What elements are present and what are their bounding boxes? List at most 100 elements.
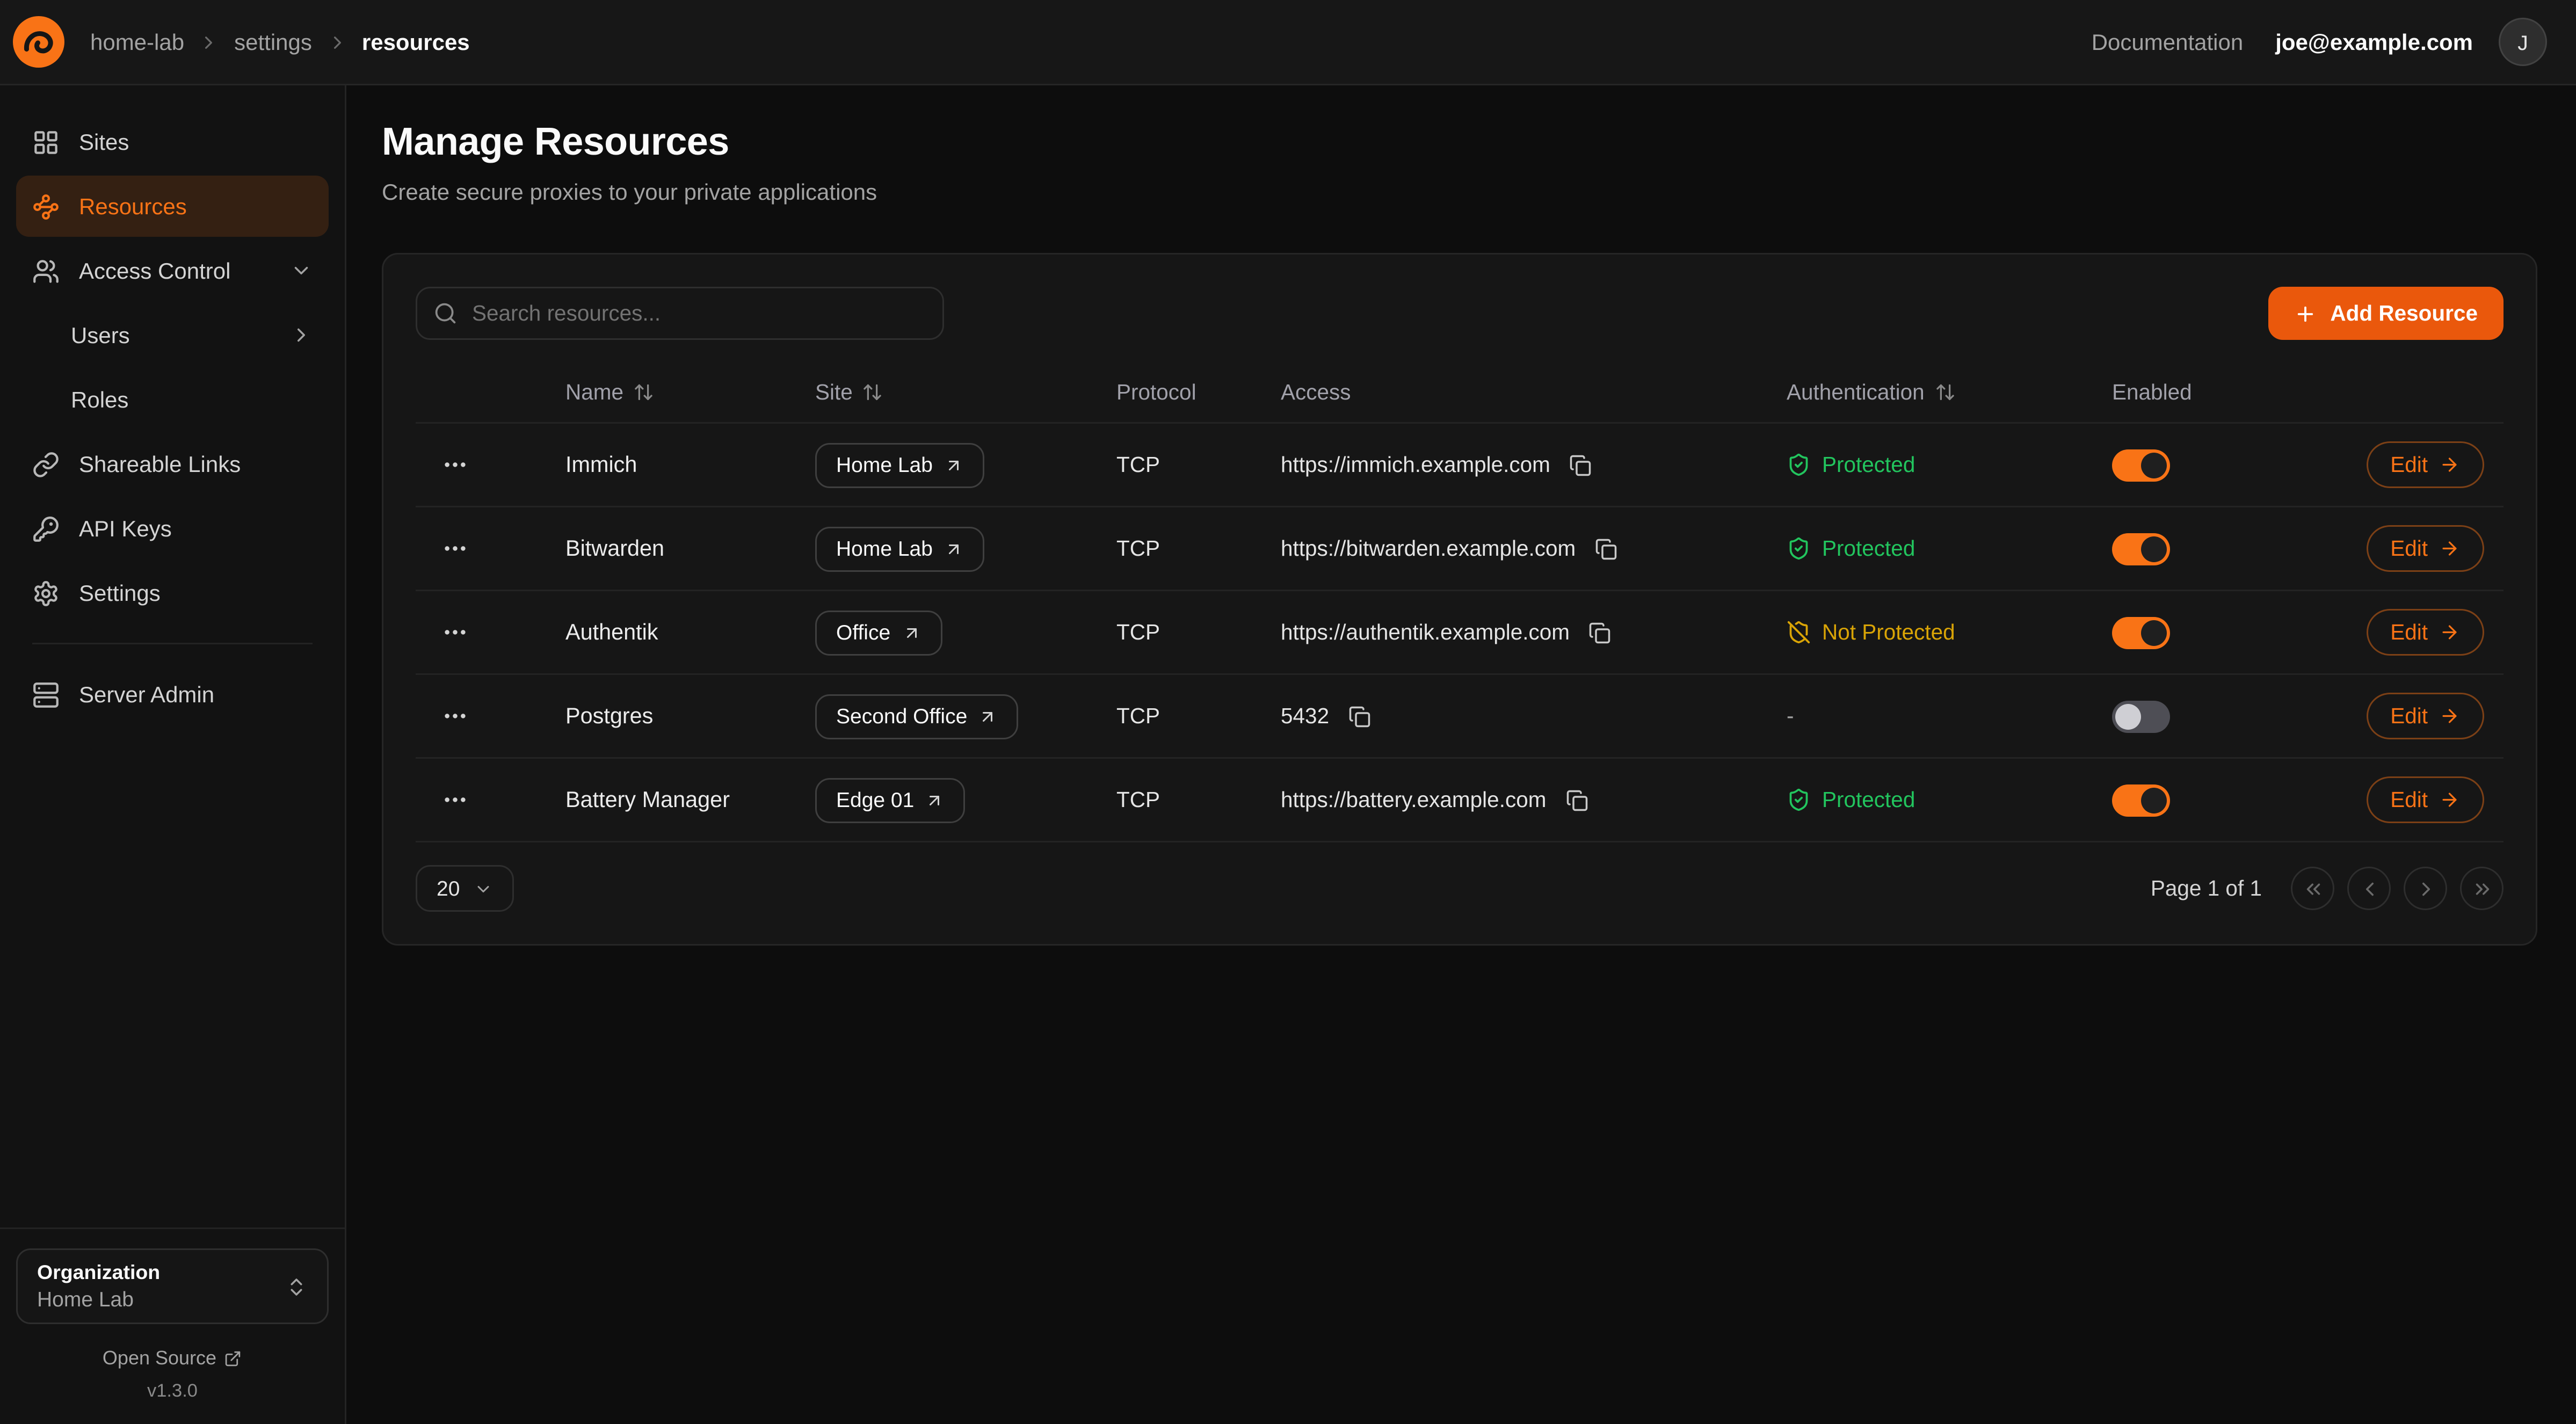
- sidebar-item-api-keys[interactable]: API Keys: [16, 498, 329, 559]
- site-link-button[interactable]: Home Lab: [815, 526, 984, 571]
- app-logo-icon[interactable]: [13, 16, 64, 68]
- arrow-up-right-icon: [944, 539, 963, 558]
- page-size-select[interactable]: 20: [416, 865, 514, 912]
- documentation-link[interactable]: Documentation: [2092, 29, 2244, 55]
- chevron-right-icon: [290, 324, 313, 346]
- auth-status: Not Protected: [1787, 620, 2112, 644]
- access-url: https://battery.example.com: [1281, 788, 1546, 812]
- table-row: Bitwarden Home Lab TCP https://bitwarden…: [416, 507, 2504, 591]
- enabled-toggle[interactable]: [2112, 449, 2170, 481]
- access-url: https://bitwarden.example.com: [1281, 536, 1576, 561]
- sidebar-item-sites[interactable]: Sites: [16, 111, 329, 172]
- page-size-value: 20: [437, 876, 460, 900]
- resources-panel: Add Resource Name Site Protocol Access A…: [382, 253, 2537, 946]
- arrow-right-icon: [2439, 454, 2460, 475]
- add-resource-label: Add Resource: [2330, 301, 2478, 325]
- copy-button[interactable]: [1586, 618, 1615, 647]
- arrow-right-icon: [2439, 706, 2460, 726]
- enabled-toggle[interactable]: [2112, 616, 2170, 649]
- sidebar-item-resources[interactable]: Resources: [16, 176, 329, 237]
- edit-button[interactable]: Edit: [2366, 609, 2484, 656]
- resource-name: Bitwarden: [565, 536, 815, 561]
- copy-button[interactable]: [1566, 451, 1595, 479]
- column-header-authentication[interactable]: Authentication: [1787, 380, 1955, 404]
- next-page-button[interactable]: [2404, 867, 2447, 910]
- protocol-value: TCP: [1116, 620, 1281, 644]
- protocol-value: TCP: [1116, 788, 1281, 812]
- chevrons-right-icon: [2471, 877, 2493, 900]
- ellipsis-icon: [441, 619, 469, 646]
- arrow-right-icon: [2439, 789, 2460, 810]
- breadcrumb-settings[interactable]: settings: [234, 29, 312, 55]
- sidebar-item-label: Roles: [71, 387, 128, 412]
- site-name: Second Office: [836, 704, 967, 728]
- site-link-button[interactable]: Office: [815, 610, 942, 655]
- enabled-toggle[interactable]: [2112, 533, 2170, 565]
- sidebar: Sites Resources Access Control Users: [0, 85, 346, 1424]
- breadcrumb-resources: resources: [362, 29, 470, 55]
- breadcrumb-home-lab[interactable]: home-lab: [90, 29, 184, 55]
- avatar[interactable]: J: [2499, 18, 2547, 66]
- site-link-button[interactable]: Edge 01: [815, 778, 966, 823]
- previous-page-button[interactable]: [2347, 867, 2391, 910]
- site-link-button[interactable]: Second Office: [815, 694, 1019, 739]
- sidebar-item-settings[interactable]: Settings: [16, 562, 329, 623]
- row-menu-button[interactable]: [438, 699, 472, 733]
- row-menu-button[interactable]: [438, 448, 472, 482]
- sidebar-item-server-admin[interactable]: Server Admin: [16, 664, 329, 725]
- enabled-toggle[interactable]: [2112, 700, 2170, 732]
- search-field: [416, 287, 944, 340]
- column-header-name[interactable]: Name: [565, 380, 654, 404]
- auth-status: Protected: [1787, 536, 2112, 561]
- first-page-button[interactable]: [2291, 867, 2334, 910]
- user-email[interactable]: joe@example.com: [2275, 29, 2473, 55]
- enabled-toggle[interactable]: [2112, 784, 2170, 816]
- avatar-initial: J: [2517, 30, 2528, 54]
- page-subtitle: Create secure proxies to your private ap…: [382, 179, 2537, 205]
- open-source-link[interactable]: Open Source: [16, 1347, 329, 1369]
- table-header-row: Name Site Protocol Access Authentication…: [416, 362, 2504, 424]
- arrow-up-right-icon: [944, 455, 963, 475]
- edit-button[interactable]: Edit: [2366, 525, 2484, 572]
- resource-name: Authentik: [565, 620, 815, 644]
- last-page-button[interactable]: [2460, 867, 2504, 910]
- arrow-up-right-icon: [978, 707, 998, 726]
- table-row: Battery Manager Edge 01 TCP https://batt…: [416, 759, 2504, 842]
- sidebar-item-label: Settings: [79, 580, 161, 606]
- site-name: Edge 01: [836, 788, 914, 812]
- column-header-site[interactable]: Site: [815, 380, 883, 404]
- edit-button[interactable]: Edit: [2366, 441, 2484, 488]
- org-selector[interactable]: Organization Home Lab: [16, 1248, 329, 1324]
- open-source-label: Open Source: [103, 1347, 216, 1369]
- sidebar-item-roles[interactable]: Roles: [16, 369, 329, 430]
- org-selector-title: Organization: [37, 1261, 160, 1284]
- copy-button[interactable]: [1592, 534, 1621, 563]
- gear-icon: [32, 579, 60, 607]
- add-resource-button[interactable]: Add Resource: [2269, 287, 2504, 340]
- chevrons-up-down-icon: [285, 1275, 308, 1298]
- sidebar-item-access-control[interactable]: Access Control: [16, 240, 329, 301]
- edit-button[interactable]: Edit: [2366, 693, 2484, 739]
- resource-name: Battery Manager: [565, 788, 815, 812]
- copy-button[interactable]: [1562, 786, 1591, 815]
- sidebar-item-label: API Keys: [79, 515, 172, 541]
- site-link-button[interactable]: Home Lab: [815, 442, 984, 488]
- row-menu-button[interactable]: [438, 532, 472, 565]
- waypoints-icon: [32, 193, 60, 220]
- row-menu-button[interactable]: [438, 615, 472, 649]
- ellipsis-icon: [441, 702, 469, 730]
- search-input[interactable]: [416, 287, 944, 340]
- resource-name: Postgres: [565, 704, 815, 728]
- sidebar-item-label: Users: [71, 322, 130, 348]
- site-name: Home Lab: [836, 536, 933, 561]
- copy-icon: [1595, 537, 1617, 560]
- sidebar-item-shareable-links[interactable]: Shareable Links: [16, 433, 329, 495]
- site-name: Home Lab: [836, 453, 933, 477]
- sidebar-item-label: Access Control: [79, 258, 230, 284]
- protocol-value: TCP: [1116, 704, 1281, 728]
- edit-button[interactable]: Edit: [2366, 776, 2484, 823]
- sidebar-item-users[interactable]: Users: [16, 304, 329, 366]
- row-menu-button[interactable]: [438, 783, 472, 817]
- copy-icon: [1348, 705, 1371, 728]
- copy-button[interactable]: [1345, 702, 1374, 731]
